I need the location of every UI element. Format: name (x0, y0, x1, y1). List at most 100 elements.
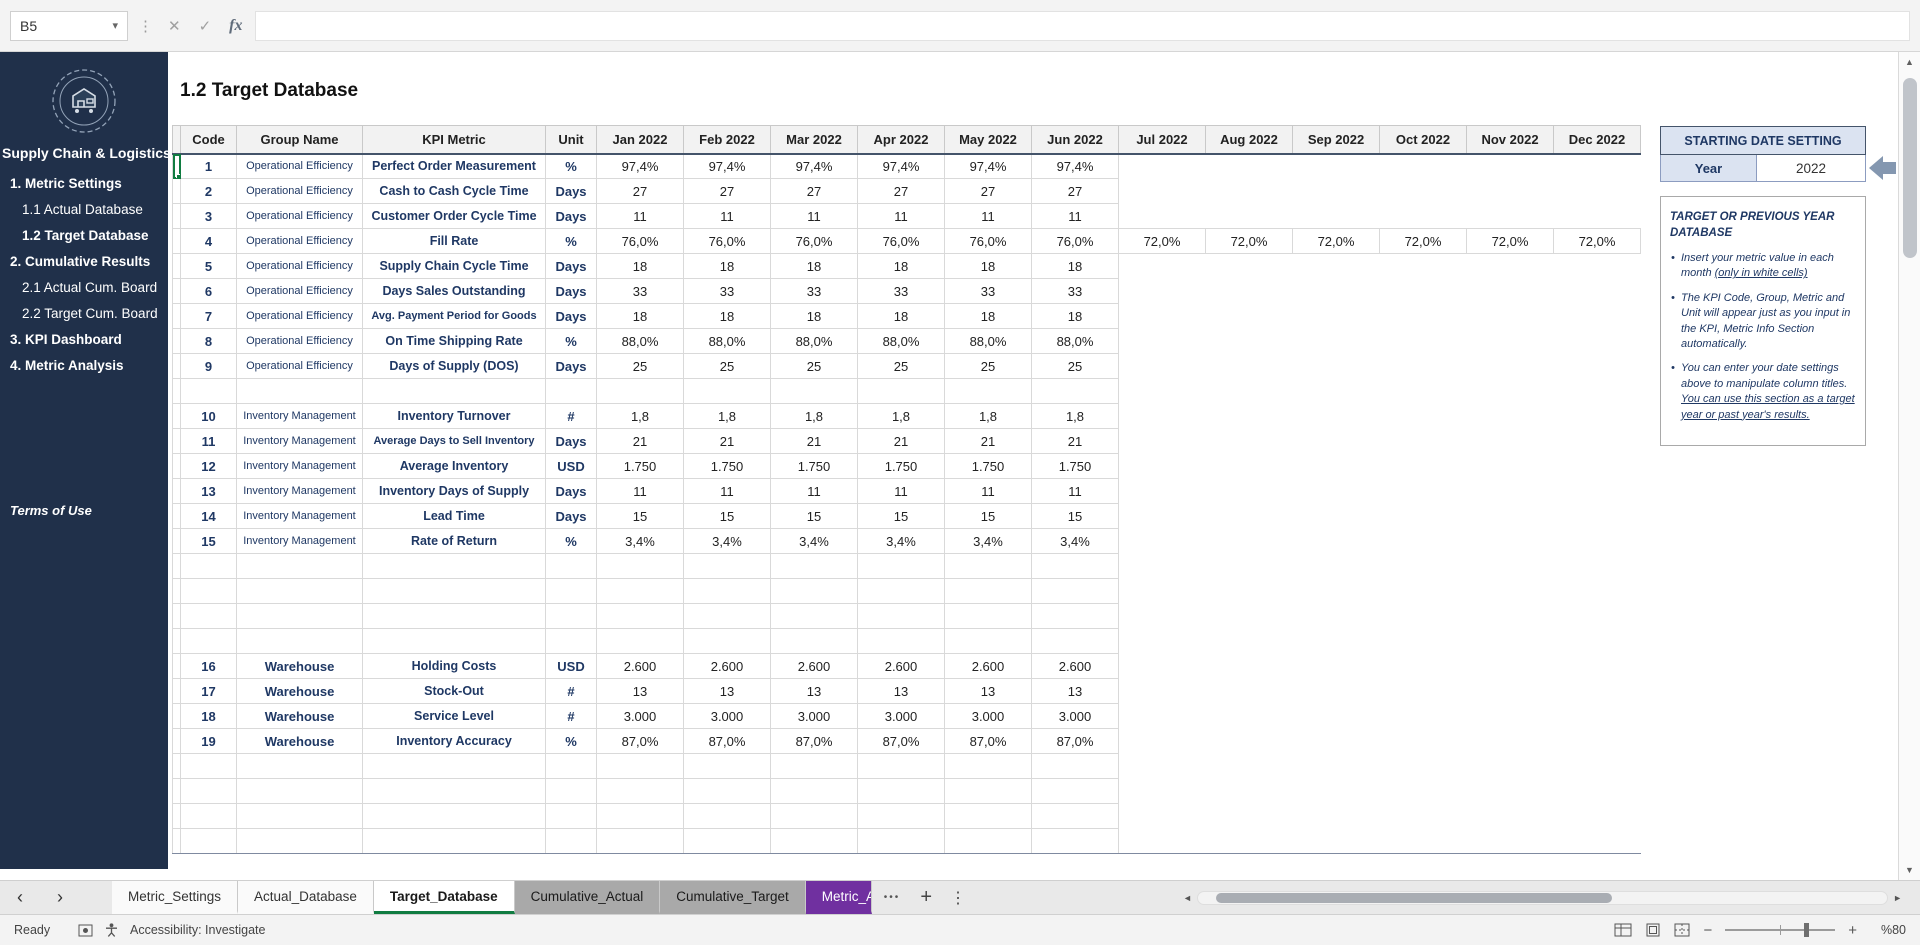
unit-cell[interactable]: % (546, 529, 597, 554)
grid-cell[interactable] (1032, 379, 1119, 404)
value-cell[interactable] (1467, 479, 1554, 504)
value-cell[interactable]: 11 (945, 479, 1032, 504)
grid-cell[interactable] (1467, 579, 1554, 604)
metric-cell[interactable]: Rate of Return (363, 529, 546, 554)
metric-cell[interactable]: Customer Order Cycle Time (363, 204, 546, 229)
grid-cell[interactable] (1554, 604, 1641, 629)
value-cell[interactable] (1119, 679, 1206, 704)
unit-cell[interactable]: USD (546, 454, 597, 479)
value-cell[interactable]: 3.000 (771, 704, 858, 729)
page-layout-view-icon[interactable] (1645, 923, 1661, 937)
grid-cell[interactable] (771, 579, 858, 604)
value-cell[interactable]: 13 (945, 679, 1032, 704)
value-cell[interactable]: 72,0% (1554, 229, 1641, 254)
grid-cell[interactable] (1293, 629, 1380, 654)
value-cell[interactable] (1554, 704, 1641, 729)
grid-cell[interactable] (181, 629, 237, 654)
group-cell[interactable]: Warehouse (237, 729, 363, 754)
unit-cell[interactable]: USD (546, 654, 597, 679)
group-cell[interactable]: Operational Efficiency (237, 179, 363, 204)
value-cell[interactable] (1554, 429, 1641, 454)
grid-cell[interactable] (173, 604, 181, 629)
sheet-tab-target_database[interactable]: Target_Database (374, 881, 515, 914)
value-cell[interactable]: 2.600 (771, 654, 858, 679)
value-cell[interactable] (1554, 679, 1641, 704)
metric-cell[interactable]: Stock-Out (363, 679, 546, 704)
group-cell[interactable]: Operational Efficiency (237, 204, 363, 229)
metric-cell[interactable]: On Time Shipping Rate (363, 329, 546, 354)
month-column-header[interactable]: Aug 2022 (1206, 126, 1293, 154)
grid-cell[interactable] (173, 779, 181, 804)
grid-cell[interactable] (771, 629, 858, 654)
value-cell[interactable] (1380, 354, 1467, 379)
value-cell[interactable]: 33 (945, 279, 1032, 304)
value-cell[interactable]: 27 (771, 179, 858, 204)
value-cell[interactable]: 15 (684, 504, 771, 529)
grid-cell[interactable] (858, 629, 945, 654)
value-cell[interactable] (1554, 529, 1641, 554)
unit-cell[interactable]: Days (546, 479, 597, 504)
grid-cell[interactable] (597, 554, 684, 579)
value-cell[interactable]: 76,0% (771, 229, 858, 254)
grid-cell[interactable] (1554, 579, 1641, 604)
sheet-nav-left-icon[interactable]: ‹ (0, 881, 40, 914)
sheet-nav-right-icon[interactable]: › (40, 881, 80, 914)
value-cell[interactable]: 18 (684, 304, 771, 329)
value-cell[interactable]: 87,0% (597, 729, 684, 754)
group-cell[interactable]: Operational Efficiency (237, 329, 363, 354)
value-cell[interactable] (1119, 529, 1206, 554)
value-cell[interactable] (1467, 204, 1554, 229)
value-cell[interactable] (1293, 529, 1380, 554)
value-cell[interactable] (1293, 154, 1380, 179)
value-cell[interactable]: 1,8 (858, 404, 945, 429)
value-cell[interactable] (1119, 654, 1206, 679)
value-cell[interactable]: 2.600 (1032, 654, 1119, 679)
grid-cell[interactable] (1380, 629, 1467, 654)
grid-cell[interactable] (173, 479, 181, 504)
grid-cell[interactable] (945, 779, 1032, 804)
value-cell[interactable]: 97,4% (684, 154, 771, 179)
grid-cell[interactable] (1032, 554, 1119, 579)
value-cell[interactable]: 18 (1032, 254, 1119, 279)
grid-cell[interactable] (173, 704, 181, 729)
grid-cell[interactable] (173, 654, 181, 679)
metric-cell[interactable]: Average Days to Sell Inventory (363, 429, 546, 454)
value-cell[interactable] (1467, 454, 1554, 479)
value-cell[interactable] (1119, 329, 1206, 354)
value-cell[interactable]: 88,0% (1032, 329, 1119, 354)
value-cell[interactable] (1467, 529, 1554, 554)
vertical-scrollbar[interactable]: ▲ ▼ (1898, 52, 1920, 880)
grid-cell[interactable] (945, 754, 1032, 779)
value-cell[interactable]: 88,0% (858, 329, 945, 354)
grid-cell[interactable] (173, 504, 181, 529)
value-cell[interactable] (1119, 479, 1206, 504)
grid-cell[interactable] (771, 379, 858, 404)
code-cell[interactable]: 15 (181, 529, 237, 554)
name-box-dropdown-icon[interactable]: ▾ (112, 19, 118, 32)
grid-cell[interactable] (771, 604, 858, 629)
unit-cell[interactable]: Days (546, 254, 597, 279)
value-cell[interactable] (1467, 279, 1554, 304)
value-cell[interactable]: 21 (1032, 429, 1119, 454)
value-cell[interactable] (1293, 704, 1380, 729)
value-cell[interactable] (1206, 479, 1293, 504)
group-cell[interactable]: Inventory Management (237, 429, 363, 454)
zoom-slider-thumb[interactable] (1804, 923, 1809, 937)
grid-cell[interactable] (1380, 579, 1467, 604)
grid-cell[interactable] (1554, 779, 1641, 804)
grid-cell[interactable] (597, 629, 684, 654)
grid-cell[interactable] (173, 304, 181, 329)
value-cell[interactable] (1293, 204, 1380, 229)
grid-cell[interactable] (1554, 829, 1641, 854)
group-cell[interactable]: Inventory Management (237, 479, 363, 504)
value-cell[interactable] (1467, 179, 1554, 204)
value-cell[interactable] (1467, 429, 1554, 454)
value-cell[interactable]: 15 (945, 504, 1032, 529)
value-cell[interactable]: 3,4% (858, 529, 945, 554)
insert-function-icon[interactable]: fx (224, 17, 247, 35)
grid-cell[interactable] (1380, 829, 1467, 854)
value-cell[interactable]: 18 (858, 304, 945, 329)
grid-cell[interactable] (237, 554, 363, 579)
grid-cell[interactable] (181, 779, 237, 804)
value-cell[interactable] (1380, 679, 1467, 704)
